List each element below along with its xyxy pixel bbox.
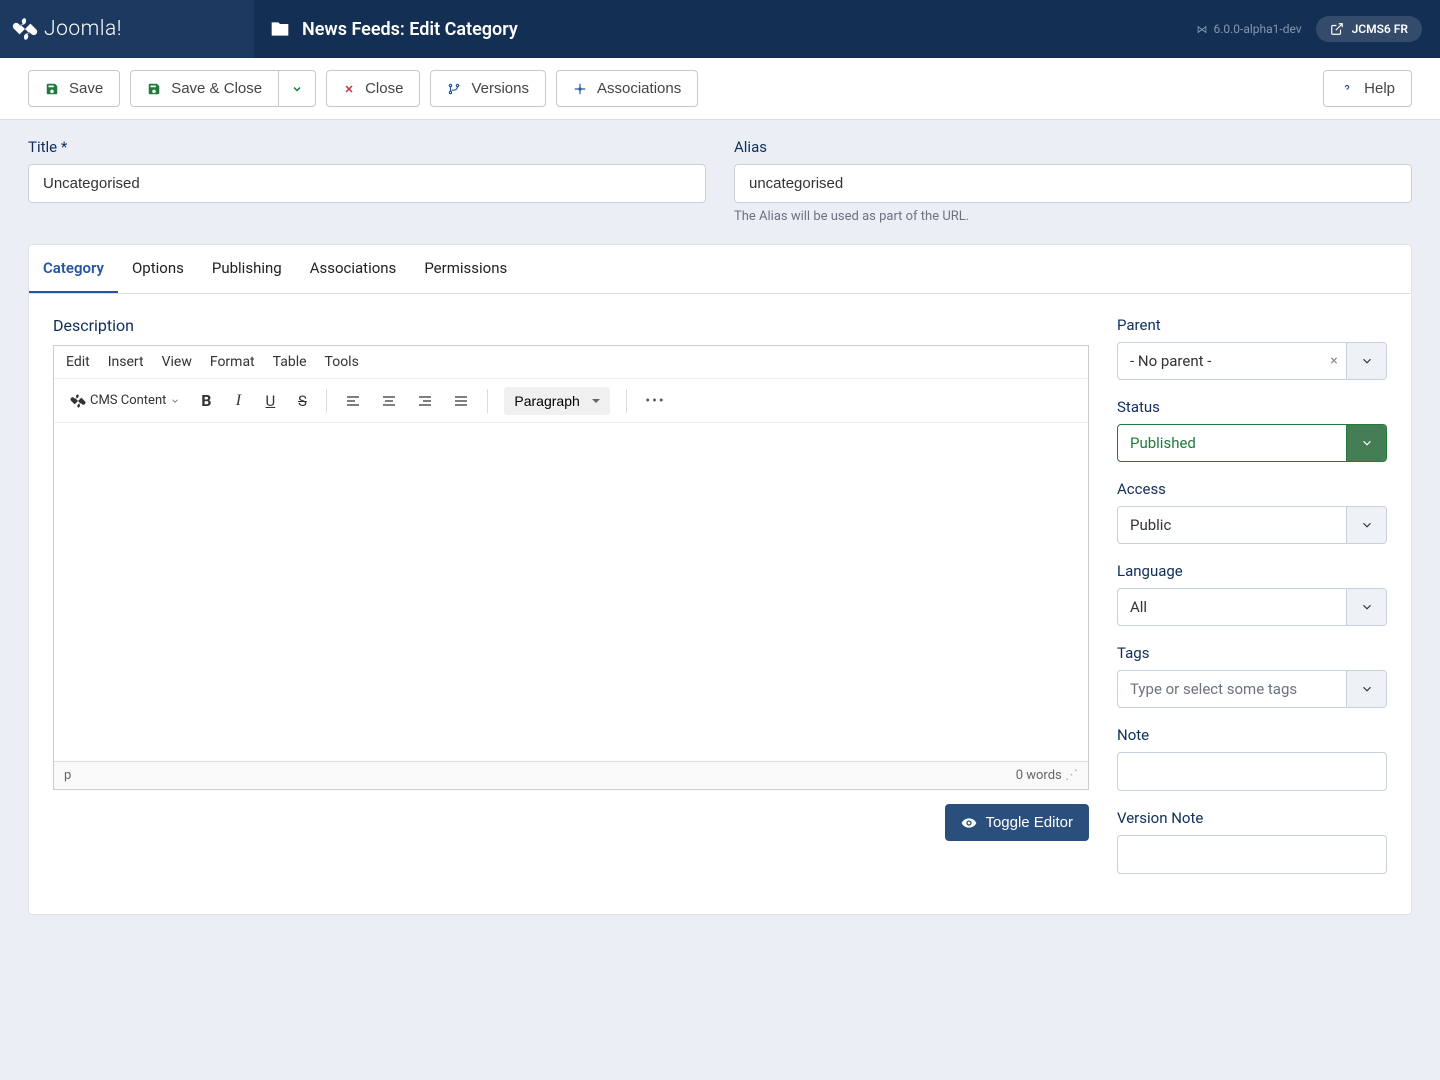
logo-area[interactable]: Joomla! [0, 0, 254, 58]
action-toolbar: Save Save & Close Close Versions Associa… [0, 58, 1440, 120]
note-label: Note [1117, 726, 1387, 744]
joomla-logo-icon [12, 16, 38, 42]
tab-publishing[interactable]: Publishing [198, 245, 296, 293]
save-icon [147, 82, 161, 96]
chevron-down-icon[interactable] [1346, 671, 1386, 707]
help-button[interactable]: Help [1323, 70, 1412, 107]
status-select[interactable]: Published [1117, 424, 1387, 462]
separator [487, 389, 488, 413]
menu-table[interactable]: Table [273, 354, 307, 370]
parent-select[interactable]: - No parent - × [1117, 342, 1387, 380]
title-label: Title * [28, 138, 706, 156]
chevron-down-icon [291, 83, 303, 95]
bold-button[interactable]: B [192, 385, 220, 416]
main-panel: Category Options Publishing Associations… [28, 244, 1412, 915]
chevron-down-icon[interactable] [1346, 589, 1386, 625]
chevron-down-icon[interactable] [1346, 343, 1386, 379]
menu-tools[interactable]: Tools [325, 354, 359, 370]
tab-associations[interactable]: Associations [296, 245, 411, 293]
version-note-label: Version Note [1117, 809, 1387, 827]
associations-icon [573, 82, 587, 96]
language-select[interactable]: All [1117, 588, 1387, 626]
underline-button[interactable]: U [256, 386, 284, 416]
tab-permissions[interactable]: Permissions [410, 245, 521, 293]
menu-edit[interactable]: Edit [66, 354, 90, 370]
toggle-editor-button[interactable]: Toggle Editor [945, 804, 1089, 841]
editor-toolbar: CMS Content B I U S [54, 379, 1088, 423]
version-text: 6.0.0-alpha1-dev [1213, 22, 1301, 36]
resize-handle[interactable]: ⋰ [1065, 768, 1078, 783]
align-left-icon [345, 393, 361, 409]
eye-icon [961, 815, 977, 831]
align-center-button[interactable] [373, 387, 405, 415]
separator [626, 389, 627, 413]
editor-canvas[interactable] [54, 423, 1088, 761]
chevron-down-icon[interactable] [1346, 425, 1386, 461]
align-center-icon [381, 393, 397, 409]
description-label: Description [53, 316, 1089, 335]
tab-bar: Category Options Publishing Associations… [29, 245, 1411, 294]
versions-button[interactable]: Versions [430, 70, 546, 107]
tags-label: Tags [1117, 644, 1387, 662]
alias-help-text: The Alias will be used as part of the UR… [734, 209, 1412, 224]
menu-insert[interactable]: Insert [108, 354, 144, 370]
close-button[interactable]: Close [326, 70, 420, 107]
page-title: News Feeds: Edit Category [302, 19, 518, 40]
more-button[interactable]: ••• [637, 387, 673, 415]
access-label: Access [1117, 480, 1387, 498]
page-title-area: News Feeds: Edit Category [254, 19, 1196, 40]
save-button[interactable]: Save [28, 70, 120, 107]
alias-input[interactable] [734, 164, 1412, 203]
editor-statusbar: p 0 words ⋰ [54, 761, 1088, 789]
joomla-icon [70, 393, 86, 409]
italic-button[interactable]: I [224, 386, 252, 416]
version-note-input[interactable] [1117, 835, 1387, 874]
user-chip-label: JCMS6 FR [1352, 22, 1408, 36]
align-justify-icon [453, 393, 469, 409]
note-input[interactable] [1117, 752, 1387, 791]
strikethrough-button[interactable]: S [288, 386, 316, 416]
parent-label: Parent [1117, 316, 1387, 334]
save-close-button[interactable]: Save & Close [130, 70, 279, 107]
close-icon [343, 83, 355, 95]
separator [326, 389, 327, 413]
tab-category[interactable]: Category [29, 245, 118, 293]
save-close-dropdown[interactable] [279, 70, 316, 107]
folder-icon [270, 19, 290, 39]
align-right-button[interactable] [409, 387, 441, 415]
chevron-down-icon [170, 396, 180, 406]
save-close-group: Save & Close [130, 70, 316, 107]
joomla-version-icon: ⋈ [1196, 23, 1207, 36]
user-menu-chip[interactable]: JCMS6 FR [1316, 16, 1422, 42]
help-icon [1340, 82, 1354, 96]
align-right-icon [417, 393, 433, 409]
top-bar: Joomla! News Feeds: Edit Category ⋈ 6.0.… [0, 0, 1440, 58]
access-select[interactable]: Public [1117, 506, 1387, 544]
rich-text-editor: Edit Insert View Format Table Tools CMS … [53, 345, 1089, 790]
align-justify-button[interactable] [445, 387, 477, 415]
element-path[interactable]: p [64, 768, 71, 783]
title-input[interactable] [28, 164, 706, 203]
cms-content-button[interactable]: CMS Content [62, 387, 188, 415]
tab-options[interactable]: Options [118, 245, 198, 293]
menu-format[interactable]: Format [210, 354, 255, 370]
branch-icon [447, 82, 461, 96]
align-left-button[interactable] [337, 387, 369, 415]
associations-button[interactable]: Associations [556, 70, 698, 107]
word-count: 0 words [1016, 768, 1062, 783]
editor-menubar: Edit Insert View Format Table Tools [54, 346, 1088, 379]
alias-label: Alias [734, 138, 1412, 156]
language-label: Language [1117, 562, 1387, 580]
status-label: Status [1117, 398, 1387, 416]
format-select[interactable]: Paragraph [504, 387, 610, 415]
external-link-icon [1330, 22, 1344, 36]
menu-view[interactable]: View [162, 354, 192, 370]
brand-text: Joomla! [44, 17, 122, 41]
chevron-down-icon[interactable] [1346, 507, 1386, 543]
tags-select[interactable]: Type or select some tags [1117, 670, 1387, 708]
clear-icon[interactable]: × [1322, 343, 1346, 379]
save-icon [45, 82, 59, 96]
